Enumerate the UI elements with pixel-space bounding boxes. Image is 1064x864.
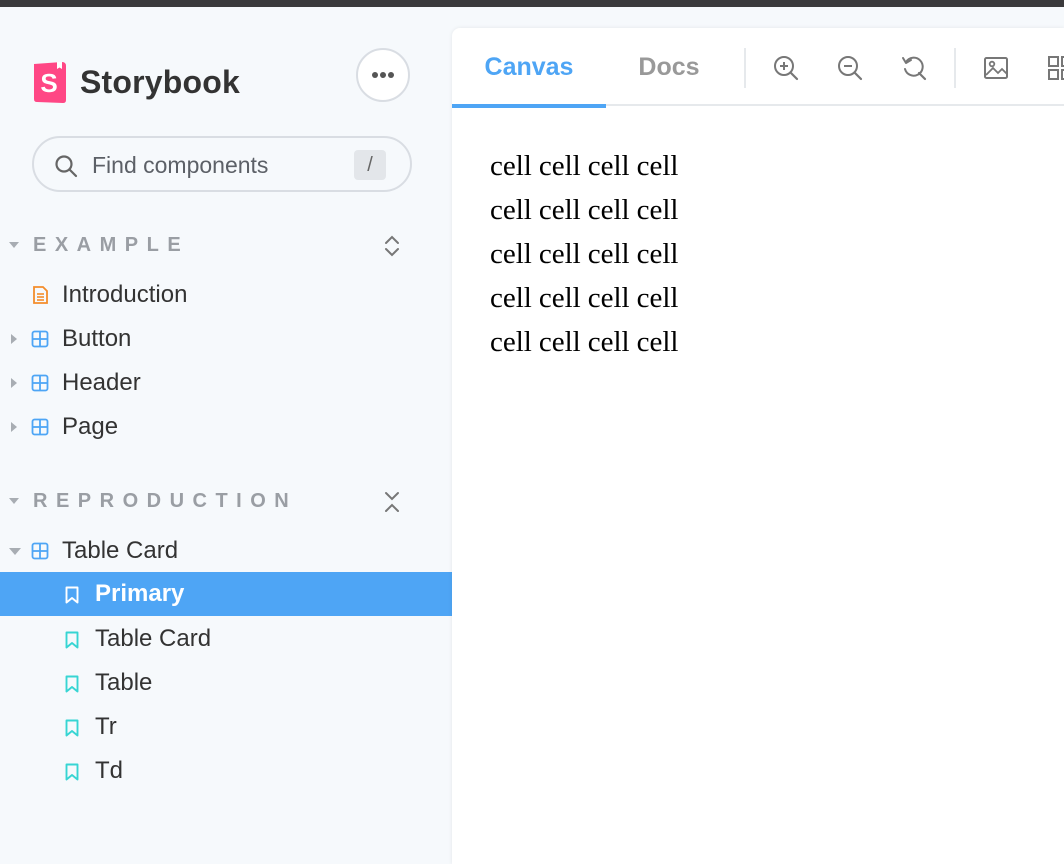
search-shortcut-key: / (354, 150, 386, 180)
bookmark-icon (65, 763, 79, 781)
sidebar-item-label: Td (95, 757, 124, 784)
caret-right-icon (11, 422, 17, 432)
sidebar-item-label: Button (62, 325, 132, 352)
sidebar-item-introduction[interactable]: Introduction (0, 273, 452, 317)
search-icon (55, 155, 78, 178)
tab-label: Docs (638, 52, 700, 81)
bookmark-icon (65, 586, 79, 604)
caret-down-icon (9, 498, 19, 504)
table-cell: cell (538, 282, 581, 314)
menu-button[interactable] (356, 48, 410, 102)
zoom-in-icon[interactable] (772, 54, 800, 82)
search-input[interactable] (90, 148, 354, 182)
sidebar-item-table-card-component[interactable]: Table Card (0, 529, 452, 573)
toolbar-divider (954, 48, 956, 88)
component-icon (31, 542, 49, 560)
table-cell: cell (538, 326, 581, 358)
collapse-all-icon[interactable] (383, 489, 401, 515)
tab-docs[interactable]: Docs (606, 28, 732, 106)
table-cell: cell (587, 194, 630, 226)
document-icon (33, 286, 48, 304)
table-cell: cell (490, 150, 532, 182)
sidebar-item-label: Header (62, 369, 141, 396)
table-row: cell cell cell cell (490, 232, 685, 276)
table-cell: cell (490, 194, 532, 226)
story-item-table[interactable]: Table (0, 661, 452, 705)
tab-canvas[interactable]: Canvas (452, 28, 606, 108)
tab-label: Canvas (484, 52, 574, 81)
window-top-bar (0, 0, 1064, 7)
table-cell: cell (587, 238, 630, 270)
table-cell: cell (636, 282, 679, 314)
table-row: cell cell cell cell (490, 276, 685, 320)
table-cell: cell (636, 194, 679, 226)
table-cell: cell (490, 282, 532, 314)
table-cell: cell (538, 150, 581, 182)
table-cell: cell (587, 282, 630, 314)
zoom-reset-icon[interactable] (900, 54, 928, 82)
svg-text:S: S (40, 68, 57, 98)
component-icon (31, 418, 49, 436)
sidebar-item-label: Introduction (62, 281, 188, 308)
story-item-tr[interactable]: Tr (0, 705, 452, 749)
sidebar-item-label: Table (95, 669, 153, 696)
story-item-table-card[interactable]: Table Card (0, 617, 452, 661)
zoom-out-icon[interactable] (836, 54, 864, 82)
bookmark-icon (65, 719, 79, 737)
brand[interactable]: S Storybook (32, 55, 240, 109)
table-cell: cell (636, 150, 679, 182)
caret-right-icon (11, 378, 17, 388)
table-cell: cell (636, 238, 679, 270)
table-cell: cell (538, 238, 581, 270)
ellipsis-icon (372, 72, 394, 78)
table-cell: cell (490, 238, 532, 270)
section-title: REPRODUCTION (33, 490, 298, 512)
sidebar-item-button[interactable]: Button (0, 317, 452, 361)
component-icon (31, 330, 49, 348)
sidebar-item-label: Table Card (62, 537, 179, 564)
background-icon[interactable] (982, 54, 1010, 82)
table-cell: cell (587, 150, 630, 182)
bookmark-icon (65, 675, 79, 693)
table-row: cell cell cell cell (490, 144, 685, 188)
table-cell: cell (490, 326, 532, 358)
table-row: cell cell cell cell (490, 320, 685, 364)
sidebar-item-label: Page (62, 413, 119, 440)
sidebar-item-page[interactable]: Page (0, 405, 452, 449)
component-icon (31, 374, 49, 392)
bookmark-icon (65, 631, 79, 649)
section-title: EXAMPLE (33, 234, 190, 256)
table-row: cell cell cell cell (490, 188, 685, 232)
sidebar-item-label: Table Card (95, 625, 212, 652)
table-card: cell cell cell cell cell cell cell cell cell ce… (490, 144, 685, 364)
table-cell: cell (538, 194, 581, 226)
preview-panel: Canvas Docs cell cell cell cell cell cel… (452, 28, 1064, 864)
sidebar-item-label: Primary (95, 580, 185, 607)
table-cell: cell (587, 326, 630, 358)
section-reproduction[interactable]: REPRODUCTION (0, 482, 452, 522)
sidebar-item-header[interactable]: Header (0, 361, 452, 405)
search-box: / (32, 136, 412, 192)
story-item-primary[interactable]: Primary (0, 572, 452, 616)
sidebar-item-label: Tr (95, 713, 117, 740)
sidebar: S Storybook / EXAMPLE Introduction (0, 7, 452, 864)
brand-name: Storybook (80, 63, 241, 100)
storybook-logo-icon: S (34, 62, 66, 103)
section-example[interactable]: EXAMPLE (0, 226, 452, 266)
caret-down-icon (9, 548, 21, 555)
expand-all-icon[interactable] (383, 233, 401, 259)
story-canvas: cell cell cell cell cell cell cell cell cell ce… (452, 106, 1064, 864)
caret-right-icon (11, 334, 17, 344)
preview-toolbar: Canvas Docs (452, 28, 1064, 108)
table-cell: cell (636, 326, 679, 358)
caret-down-icon (9, 242, 19, 248)
grid-icon[interactable] (1046, 54, 1064, 82)
toolbar-divider (744, 48, 746, 88)
story-item-td[interactable]: Td (0, 749, 452, 793)
